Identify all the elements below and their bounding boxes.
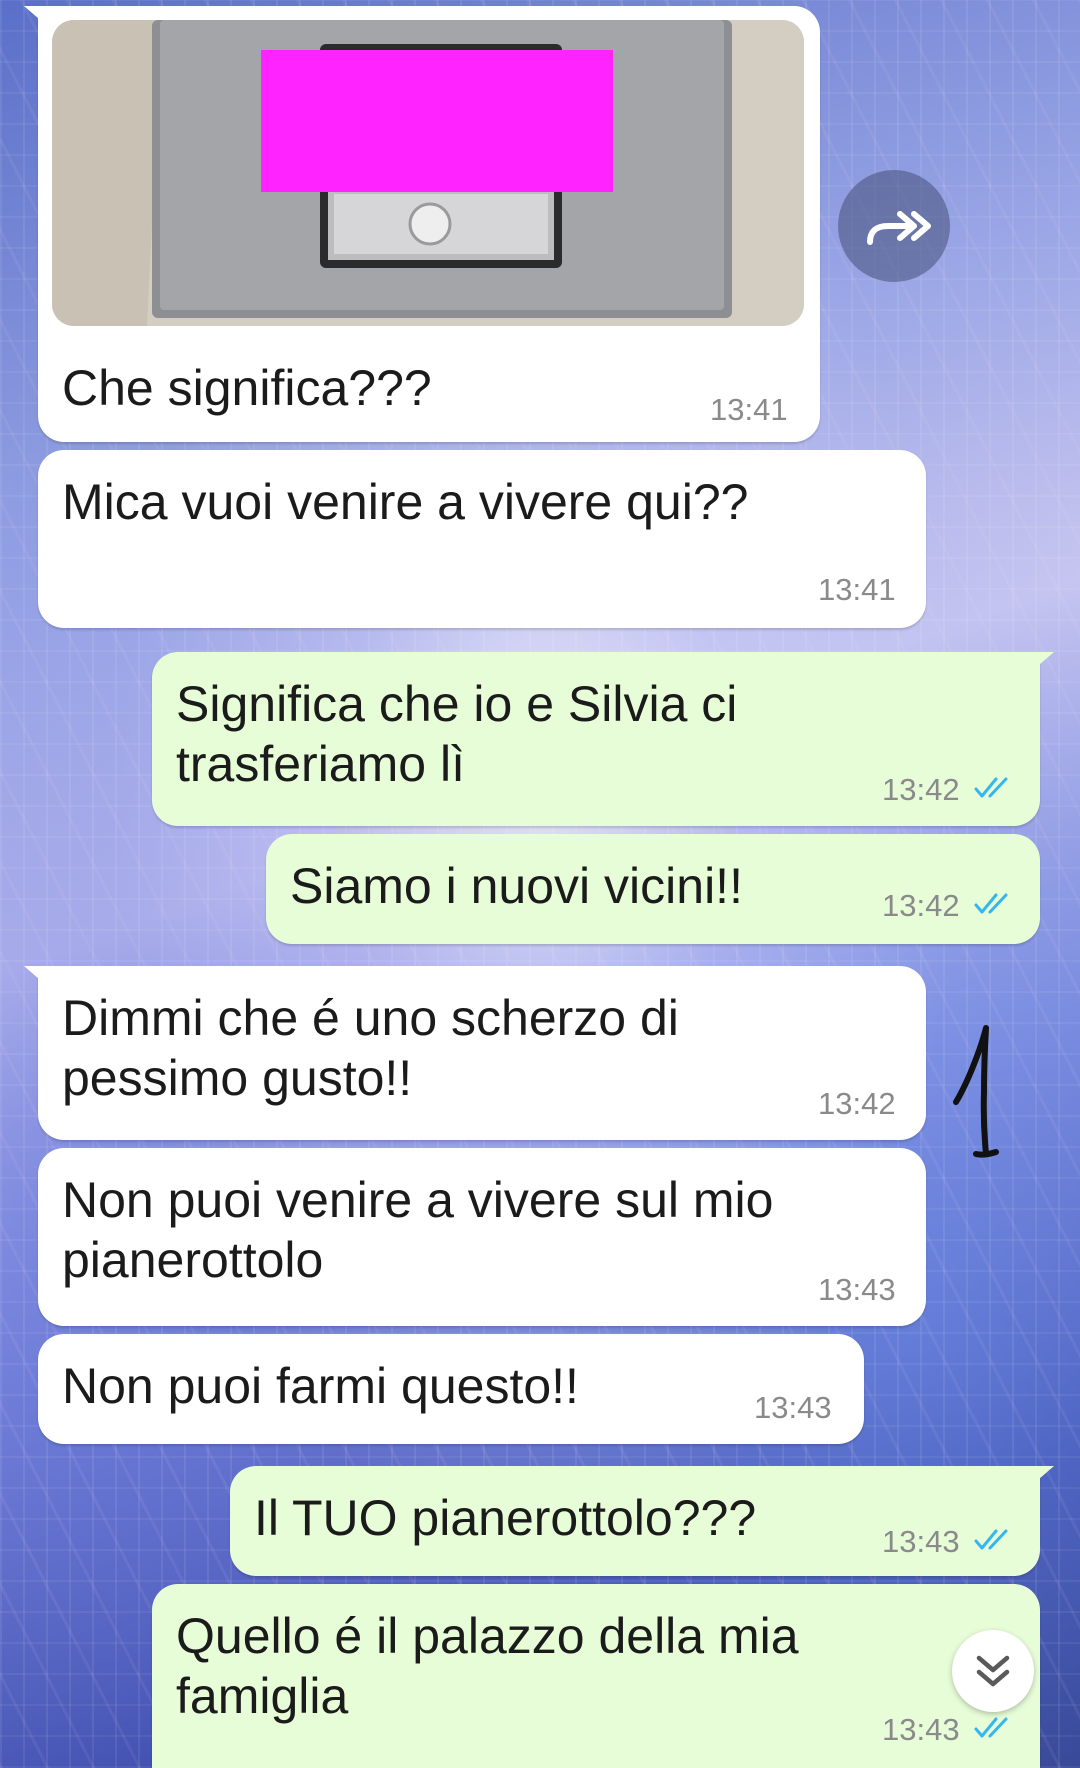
bubble-tail <box>1024 652 1054 678</box>
message-time: 13:41 <box>710 392 788 427</box>
double-check-icon <box>974 1717 1008 1738</box>
message-text: Mica vuoi venire a vivere qui?? <box>62 474 749 530</box>
message-text: Dimmi che é uno scherzo di pessimo gusto… <box>62 990 679 1106</box>
message-text: Non puoi farmi questo!! <box>62 1358 579 1414</box>
message-bubble-outgoing[interactable]: Quello é il palazzo della mia famiglia 1… <box>152 1584 1040 1768</box>
handwritten-annotation <box>953 1025 999 1158</box>
message-time: 13:42 <box>818 1086 896 1121</box>
message-text: Quello é il palazzo della mia famiglia <box>176 1608 799 1724</box>
double-check-icon <box>974 777 1008 798</box>
doorbell-photo <box>52 20 804 326</box>
photo-attachment[interactable] <box>52 20 804 326</box>
bubble-tail <box>1024 1466 1054 1492</box>
message-text: Il TUO pianerottolo??? <box>254 1490 757 1546</box>
message-bubble-outgoing[interactable]: Il TUO pianerottolo??? 13:43 <box>230 1466 1054 1576</box>
message-text: Significa che io e Silvia ci trasferiamo… <box>176 676 738 792</box>
message-time: 13:42 <box>882 888 960 923</box>
message-text: Che significa??? <box>62 360 432 416</box>
message-time: 13:43 <box>818 1272 896 1307</box>
message-bubble-incoming[interactable]: Non puoi farmi questo!! 13:43 <box>38 1334 864 1444</box>
double-check-icon <box>974 893 1008 914</box>
forward-arrow-icon <box>867 211 931 245</box>
bubble-tail <box>24 6 54 32</box>
message-bubble-outgoing[interactable]: Significa che io e Silvia ci trasferiamo… <box>152 652 1054 826</box>
message-bubble-incoming[interactable]: Non puoi venire a vivere sul mio pianero… <box>38 1148 926 1326</box>
message-time: 13:43 <box>882 1712 960 1747</box>
bubble-tail <box>24 966 54 992</box>
message-bubble-incoming[interactable]: Mica vuoi venire a vivere qui?? 13:41 <box>38 450 926 628</box>
message-time: 13:43 <box>882 1524 960 1559</box>
forward-button[interactable] <box>838 170 950 282</box>
message-text: Siamo i nuovi vicini!! <box>290 858 743 914</box>
message-time: 13:42 <box>882 772 960 807</box>
redaction-box <box>261 50 613 192</box>
double-check-icon <box>974 1529 1008 1550</box>
message-bubble-incoming[interactable]: Che significa??? 13:41 <box>24 6 820 442</box>
message-text: Non puoi venire a vivere sul mio pianero… <box>62 1172 774 1288</box>
scroll-to-bottom-button[interactable] <box>952 1630 1034 1712</box>
message-time: 13:41 <box>818 572 896 607</box>
double-chevron-down-icon <box>976 1655 1010 1687</box>
message-bubble-incoming[interactable]: Dimmi che é uno scherzo di pessimo gusto… <box>24 966 926 1140</box>
message-bubble-outgoing[interactable]: Siamo i nuovi vicini!! 13:42 <box>266 834 1040 944</box>
message-time: 13:43 <box>754 1390 832 1425</box>
